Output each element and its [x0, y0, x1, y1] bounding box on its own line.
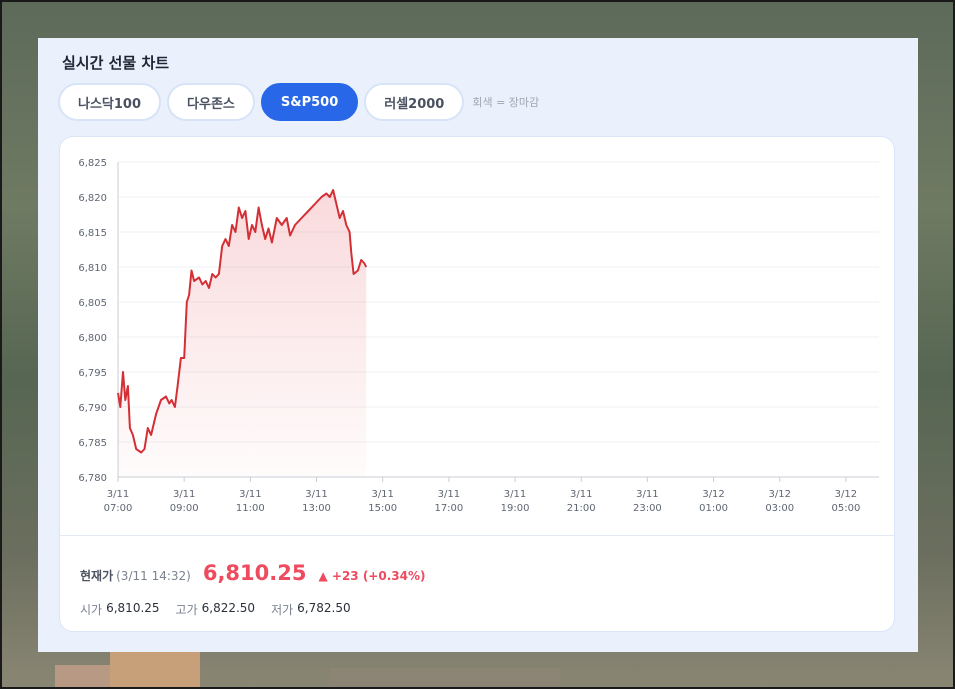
- index-tabs: 나스닥100 다우존스 S&P500 러셀2000 회색 = 장마감: [58, 83, 539, 121]
- x-tick-date: 3/12: [835, 489, 857, 500]
- current-price-row: 현재가 (3/11 14:32) 6,810.25 ▲ +23 (+0.34%): [80, 561, 425, 585]
- low-label: 저가: [271, 603, 294, 617]
- futures-chart-panel: 실시간 선물 차트 나스닥100 다우존스 S&P500 러셀2000 회색 =…: [38, 38, 918, 652]
- y-tick-label: 6,815: [78, 228, 107, 239]
- current-price-time: (3/11 14:32): [116, 569, 191, 583]
- y-tick-label: 6,795: [78, 368, 107, 379]
- tab-russell2000[interactable]: 러셀2000: [364, 83, 465, 121]
- tab-dowjones[interactable]: 다우존스: [167, 83, 255, 121]
- market-closed-note: 회색 = 장마감: [472, 96, 540, 109]
- x-tick-date: 3/11: [107, 489, 129, 500]
- price-area: [118, 190, 367, 477]
- x-tick-date: 3/11: [504, 489, 526, 500]
- x-tick-time: 13:00: [302, 503, 331, 514]
- x-tick-date: 3/12: [702, 489, 724, 500]
- tab-sp500[interactable]: S&P500: [260, 83, 359, 121]
- x-tick-time: 19:00: [501, 503, 530, 514]
- price-change: ▲ +23 (+0.34%): [318, 569, 426, 583]
- x-tick-date: 3/12: [769, 489, 791, 500]
- x-tick-date: 3/11: [305, 489, 327, 500]
- chart-card: 6,825 6,820 6,815 6,810 6,805 6,800 6,795 6,790…: [59, 136, 895, 632]
- x-tick-time: 15:00: [368, 503, 397, 514]
- x-tick-time: 03:00: [765, 503, 794, 514]
- price-chart[interactable]: 6,825 6,820 6,815 6,810 6,805 6,800 6,795 6,790…: [60, 137, 896, 537]
- tab-nasdaq100[interactable]: 나스닥100: [58, 83, 162, 121]
- y-tick-label: 6,805: [78, 298, 107, 309]
- y-tick-label: 6,810: [78, 263, 107, 274]
- y-tick-label: 6,820: [78, 193, 107, 204]
- x-tick-time: 05:00: [831, 503, 860, 514]
- y-tick-label: 6,790: [78, 403, 107, 414]
- background-roof: [55, 665, 115, 689]
- x-tick-time: 09:00: [170, 503, 199, 514]
- x-tick-time: 17:00: [434, 503, 463, 514]
- ohl-row: 시가 6,810.25 고가 6,822.50 저가 6,782.50: [80, 601, 367, 618]
- current-price-value: 6,810.25: [202, 561, 307, 585]
- x-tick-time: 23:00: [633, 503, 662, 514]
- x-tick-date: 3/11: [438, 489, 460, 500]
- divider: [60, 535, 894, 536]
- y-tick-label: 6,825: [78, 158, 107, 169]
- low-value: 6,782.50: [297, 601, 351, 615]
- high-value: 6,822.50: [201, 601, 256, 615]
- chart-svg: 6,825 6,820 6,815 6,810 6,805 6,800 6,795 6,790…: [78, 158, 879, 514]
- x-tick-time: 01:00: [699, 503, 728, 514]
- y-tick-label: 6,785: [78, 438, 107, 449]
- current-price-label: 현재가: [80, 569, 114, 583]
- x-tick-date: 3/11: [570, 489, 592, 500]
- open-value: 6,810.25: [106, 601, 160, 615]
- background-building: [110, 652, 200, 689]
- x-tick-time: 07:00: [104, 503, 133, 514]
- background-building: [330, 668, 560, 689]
- x-tick-time: 11:00: [236, 503, 265, 514]
- panel-title: 실시간 선물 차트: [62, 54, 170, 72]
- y-tick-label: 6,800: [78, 333, 107, 344]
- x-tick-date: 3/11: [173, 489, 195, 500]
- y-tick-label: 6,780: [78, 473, 107, 484]
- high-label: 고가: [175, 603, 198, 617]
- x-tick-date: 3/11: [239, 489, 261, 500]
- x-tick-time: 21:00: [567, 503, 596, 514]
- x-tick-date: 3/11: [371, 489, 393, 500]
- open-label: 시가: [80, 603, 103, 617]
- x-tick-date: 3/11: [636, 489, 658, 500]
